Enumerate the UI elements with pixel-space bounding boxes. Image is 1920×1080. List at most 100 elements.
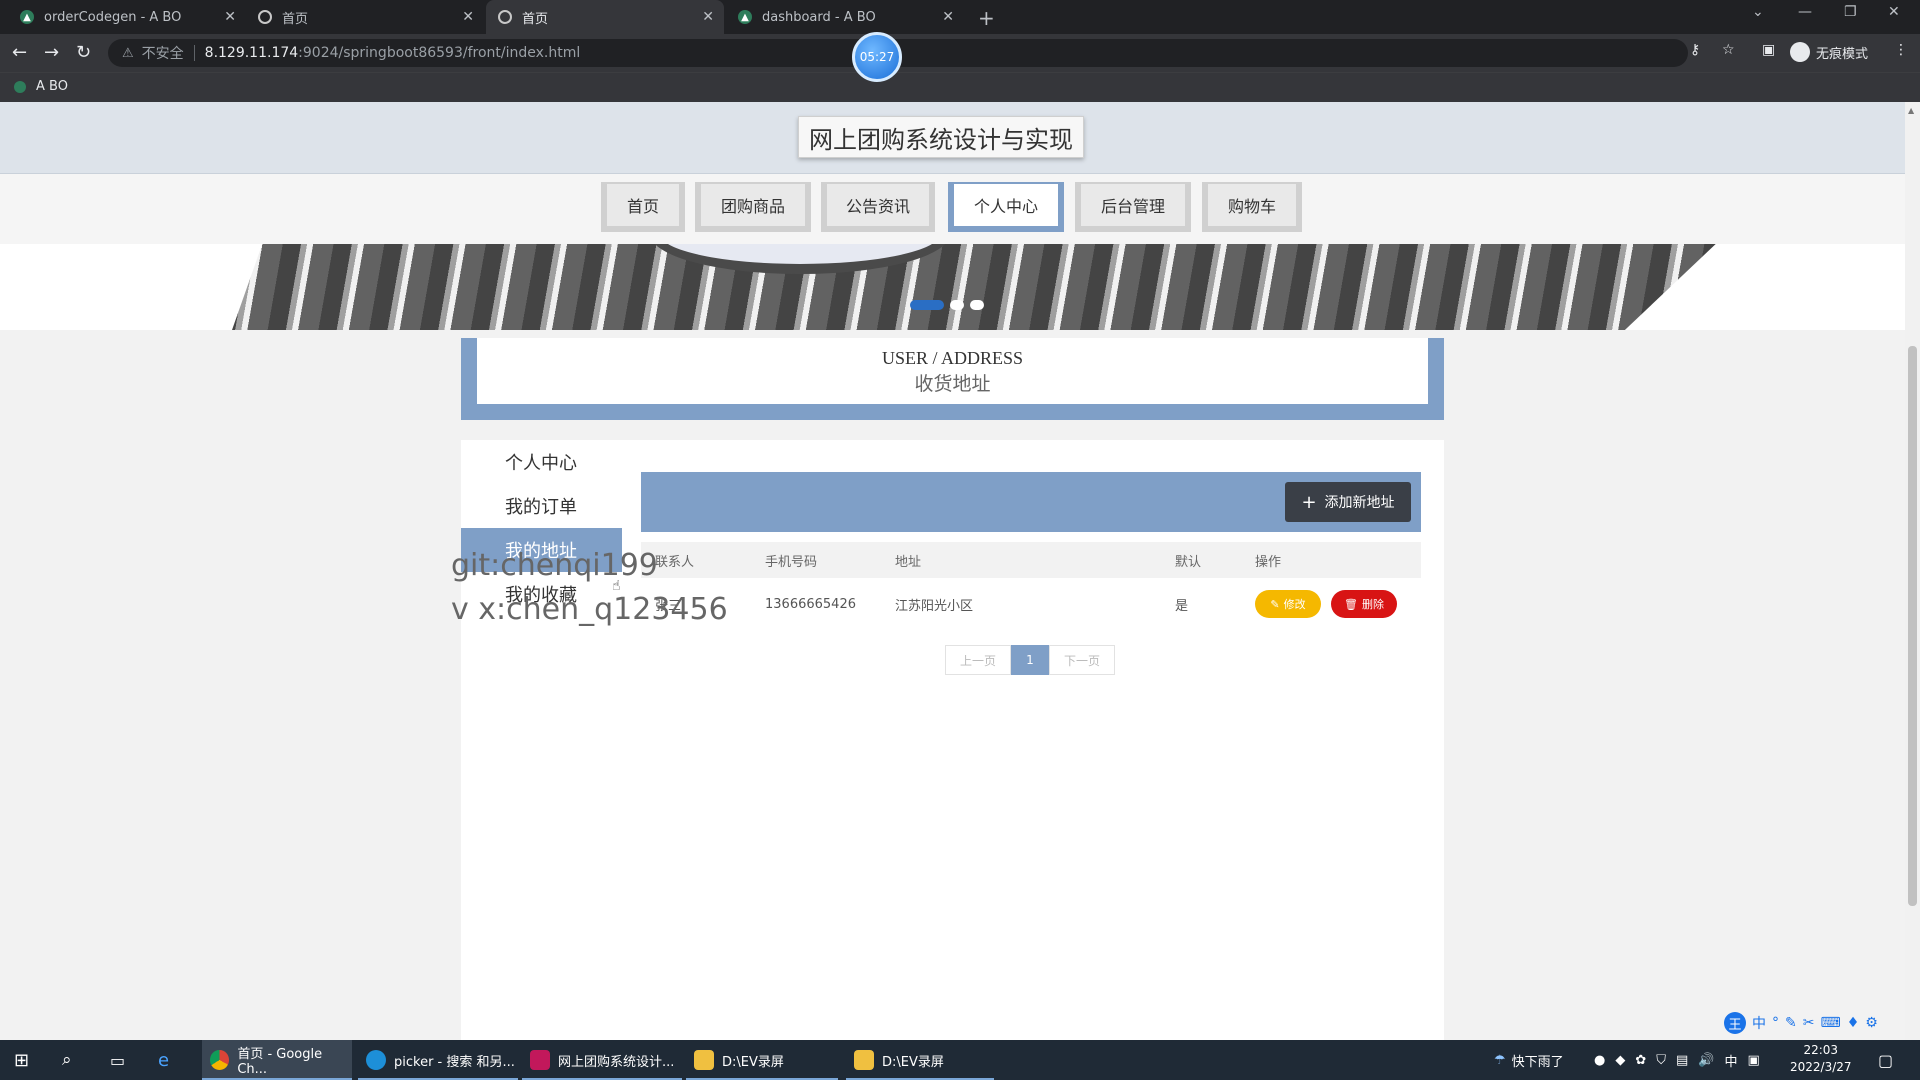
scroll-up-arrow-icon[interactable]: ▲ <box>1908 106 1914 115</box>
minimize-icon[interactable]: — <box>1798 4 1812 20</box>
ime-keyboard-icon[interactable]: ⌨ <box>1820 1015 1840 1031</box>
edit-button[interactable]: ✎ 修改 <box>1255 590 1321 618</box>
content-panel: 个人中心 我的订单 我的地址 我的收藏 + 添加新地址 联系人 手机号码 地址 … <box>461 440 1444 1040</box>
bookmark-star-icon[interactable]: ☆ <box>1722 42 1735 58</box>
ime-pen-icon[interactable]: ✎ <box>1785 1015 1797 1031</box>
taskbar-app-folder[interactable]: D:\EV录屏 <box>686 1040 838 1080</box>
back-arrow-icon[interactable]: ← <box>12 42 27 63</box>
web-page: 网上团购系统设计与实现 首页 团购商品 公告资讯 个人中心 后台管理 购物车 U… <box>0 102 1905 1040</box>
network-icon[interactable]: ▤ <box>1676 1053 1688 1068</box>
input-method-label[interactable]: 中 <box>1725 1051 1738 1070</box>
tab-search-chevron-icon[interactable]: ⌄ <box>1752 4 1764 20</box>
taskbar-app-label: 网上团购系统设计... <box>558 1054 675 1070</box>
col-actions: 操作 <box>1255 554 1282 570</box>
key-icon[interactable]: ⚷ <box>1690 42 1700 58</box>
ime-punctuation-icon[interactable]: ° <box>1772 1015 1779 1031</box>
scrollbar-thumb[interactable] <box>1908 346 1917 906</box>
nav-cart[interactable]: 购物车 <box>1202 182 1302 232</box>
nav-user-center[interactable]: 个人中心 <box>948 182 1064 232</box>
close-window-icon[interactable]: ✕ <box>1888 4 1900 20</box>
address-toolbar: + 添加新地址 <box>641 472 1421 532</box>
pencil-icon: ✎ <box>1270 597 1280 611</box>
incognito-indicator[interactable]: 无痕模式 <box>1790 42 1868 62</box>
carousel-dot[interactable] <box>970 300 984 310</box>
ie-browser-icon[interactable]: e <box>158 1040 169 1080</box>
volume-icon[interactable]: 🔊 <box>1698 1053 1714 1068</box>
kebab-menu-icon[interactable]: ⋮ <box>1894 42 1908 58</box>
notification-icon[interactable]: ▢ <box>1878 1040 1893 1080</box>
section-title-en: USER / ADDRESS <box>881 348 1024 368</box>
page-scrollbar[interactable]: ▲ <box>1905 102 1920 1040</box>
taskbar-app-edge[interactable]: picker - 搜索 和另... <box>358 1040 518 1080</box>
browser-tab[interactable]: 首页 ✕ <box>246 0 484 34</box>
browser-tab-active[interactable]: 首页 ✕ <box>486 0 724 34</box>
delete-label: 删除 <box>1361 598 1384 611</box>
watermark-line: git:chenqi199 <box>451 548 658 583</box>
close-tab-icon[interactable]: ✕ <box>224 9 236 25</box>
browser-tab[interactable]: ▲ dashboard - A BO ✕ <box>726 0 964 34</box>
close-tab-icon[interactable]: ✕ <box>462 9 474 25</box>
watermark-line: v x:chen_q123456 <box>451 592 728 627</box>
reload-icon[interactable]: ↻ <box>76 42 91 63</box>
umbrella-icon: ☂ <box>1494 1052 1506 1068</box>
weather-label: 快下雨了 <box>1511 1054 1564 1070</box>
page-number-current[interactable]: 1 <box>1011 645 1049 675</box>
system-clock[interactable]: 22:03 2022/3/27 <box>1790 1042 1852 1076</box>
col-phone: 手机号码 <box>765 554 818 570</box>
nav-group-goods[interactable]: 团购商品 <box>695 182 811 232</box>
taskbar-app-vs[interactable]: 网上团购系统设计... <box>522 1040 682 1080</box>
qq-icon[interactable]: ◆ <box>1615 1053 1625 1068</box>
ime-skin-icon[interactable]: ♦ <box>1847 1015 1860 1031</box>
wechat-icon[interactable]: ● <box>1594 1053 1605 1068</box>
main-nav: 首页 团购商品 公告资讯 个人中心 后台管理 购物车 <box>0 174 1905 244</box>
vue-favicon-icon <box>14 80 26 93</box>
delete-button[interactable]: 🗑 删除 <box>1331 590 1397 618</box>
carousel-dot-active[interactable] <box>910 300 944 310</box>
taskbar-app-label: 首页 - Google Ch... <box>237 1047 323 1077</box>
browser-tab-strip: ▲ orderCodegen - A BO ✕ 首页 ✕ 首页 ✕ ▲ dash… <box>0 0 1920 34</box>
divider <box>193 45 195 61</box>
recording-timer: 05:27 <box>852 32 902 82</box>
ime-mode[interactable]: 中 <box>1752 1013 1766 1033</box>
taskbar-app-label: D:\EV录屏 <box>882 1054 944 1070</box>
task-view-icon[interactable]: ▭ <box>110 1040 125 1080</box>
folder-icon <box>854 1050 874 1070</box>
nav-admin[interactable]: 后台管理 <box>1075 182 1191 232</box>
hero-carousel[interactable] <box>0 244 1905 330</box>
bookmark-item[interactable]: A BO <box>14 79 68 94</box>
close-tab-icon[interactable]: ✕ <box>702 9 714 25</box>
vue-favicon-icon: ▲ <box>738 10 752 24</box>
carousel-indicators <box>910 300 984 310</box>
nav-news[interactable]: 公告资讯 <box>821 182 935 232</box>
sidebar-item-user-center[interactable]: 个人中心 <box>461 440 622 484</box>
restore-icon[interactable]: ❐ <box>1844 4 1857 20</box>
taskbar-app-chrome[interactable]: 首页 - Google Ch... <box>202 1040 352 1080</box>
side-panel-icon[interactable]: ▣ <box>1762 42 1775 58</box>
watermark-overlay: git:chenqi199 v x:chen_q123456 <box>451 544 728 632</box>
prev-page-button[interactable]: 上一页 <box>945 645 1011 675</box>
tab-title: dashboard - A BO <box>762 9 876 25</box>
windows-start-icon[interactable]: ⊞ <box>14 1040 29 1080</box>
taskbar-app-folder[interactable]: D:\EV录屏 <box>846 1040 994 1080</box>
browser-tab[interactable]: ▲ orderCodegen - A BO ✕ <box>8 0 246 34</box>
ime-logo-icon[interactable]: 王 <box>1724 1012 1746 1034</box>
carousel-dot[interactable] <box>950 300 964 310</box>
next-page-button[interactable]: 下一页 <box>1049 645 1115 675</box>
ime-scissors-icon[interactable]: ✂ <box>1803 1015 1815 1031</box>
security-shield-icon[interactable]: ⛉ <box>1656 1053 1666 1068</box>
sidebar-item-orders[interactable]: 我的订单 <box>461 484 622 528</box>
ime-settings-gear-icon[interactable]: ⚙ <box>1865 1015 1878 1031</box>
weather-widget[interactable]: ☂ 快下雨了 <box>1494 1040 1564 1080</box>
search-icon[interactable]: ⌕ <box>62 1040 72 1080</box>
new-tab-plus-icon[interactable]: + <box>978 6 995 30</box>
vs-icon <box>530 1050 550 1070</box>
ime-tray-icon[interactable]: ▣ <box>1748 1053 1760 1068</box>
nav-home[interactable]: 首页 <box>601 182 685 232</box>
add-address-button[interactable]: + 添加新地址 <box>1285 482 1411 522</box>
close-tab-icon[interactable]: ✕ <box>942 9 954 25</box>
url-path: :9024/springboot86593/front/index.html <box>298 45 581 61</box>
table-row: 张三 13666665426 江苏阳光小区 是 ✎ 修改 🗑 删除 <box>641 578 1421 630</box>
forward-arrow-icon[interactable]: → <box>44 42 59 63</box>
app-tray-icon[interactable]: ✿ <box>1635 1053 1646 1068</box>
vue-favicon-icon: ▲ <box>20 10 34 24</box>
